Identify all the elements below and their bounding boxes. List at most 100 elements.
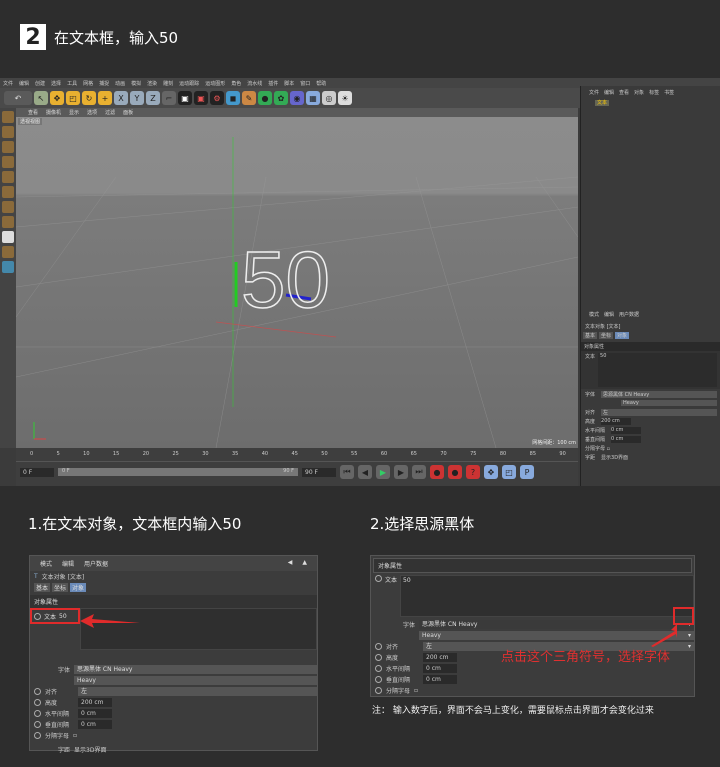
text-anim-radio[interactable] (34, 612, 41, 620)
cube-icon[interactable]: ◼ (226, 91, 240, 105)
timeline-tick-10[interactable]: 50 (321, 451, 327, 461)
inset-height-field[interactable]: 200 cm (78, 698, 112, 707)
viewport-menu-item-5[interactable]: 面板 (123, 109, 133, 116)
menu-item-16[interactable]: 脚本 (284, 80, 294, 87)
menu-item-6[interactable]: 捕捉 (99, 80, 109, 87)
menu-item-8[interactable]: 模拟 (131, 80, 141, 87)
undo-button[interactable]: ↶ (4, 91, 32, 105)
font-dropdown[interactable]: 思源黑体 CN Heavy (601, 391, 717, 398)
menu-item-11[interactable]: 运动跟踪 (179, 80, 199, 87)
inset2-font-dropdown[interactable]: 思源黑体 CN Heavy (422, 620, 477, 629)
om-tab-0[interactable]: 文件 (589, 89, 599, 96)
scale-tool-icon[interactable]: ◰ (66, 91, 80, 105)
attr-tab-0[interactable]: 模式 (589, 311, 599, 318)
inset-vspace-field[interactable]: 0 cm (78, 720, 112, 729)
snap-icon[interactable] (2, 231, 14, 243)
viewport-menu-item-1[interactable]: 摄像机 (46, 109, 61, 116)
inset2-weight-dropdown[interactable]: Heavy (422, 631, 441, 640)
inset2-vspace-field[interactable]: 0 cm (423, 675, 457, 684)
inset-show-3d-checkbox[interactable]: 显示3D界面 (74, 745, 106, 754)
timeline-tick-17[interactable]: 85 (530, 451, 536, 461)
timeline-tick-16[interactable]: 80 (500, 451, 506, 461)
rotate-tool-icon[interactable]: ↻ (82, 91, 96, 105)
object-item-text[interactable]: 文本 (595, 100, 610, 106)
menu-item-2[interactable]: 创建 (35, 80, 45, 87)
text-field[interactable]: 50 (598, 353, 717, 387)
timeline-tick-1[interactable]: 5 (57, 451, 60, 461)
subtab-coord[interactable]: 坐标 (52, 583, 69, 592)
menu-item-5[interactable]: 网格 (83, 80, 93, 87)
timeline-tick-5[interactable]: 25 (172, 451, 178, 461)
timeline-tick-15[interactable]: 75 (470, 451, 476, 461)
subtab-object[interactable]: 对象 (70, 583, 87, 592)
attr-subtab-1[interactable]: 坐标 (599, 332, 614, 339)
points-icon[interactable] (2, 156, 14, 168)
inset2-text-area[interactable]: 50 (400, 575, 694, 617)
menu-item-17[interactable]: 窗口 (300, 80, 310, 87)
timeline-tick-11[interactable]: 55 (351, 451, 357, 461)
prev-key-icon[interactable]: ◀ (358, 465, 372, 479)
z-axis-icon[interactable]: Z (146, 91, 160, 105)
font-weight-dropdown[interactable]: Heavy (621, 400, 717, 406)
inset-text-field[interactable]: 50 (59, 613, 67, 620)
timeline-tick-13[interactable]: 65 (411, 451, 417, 461)
menu-item-12[interactable]: 运动图形 (205, 80, 225, 87)
attr-subtab-2[interactable]: 对象 (615, 332, 630, 339)
show-3d-gui-checkbox[interactable]: 显示3D界面 (601, 454, 628, 461)
menu-item-10[interactable]: 雕刻 (163, 80, 173, 87)
timeline-ruler[interactable]: 0 5 10 15 20 25 30 35 40 45 50 55 60 65 70 75 80 85 90 (16, 448, 578, 462)
next-key-icon[interactable]: ▶ (394, 465, 408, 479)
separate-checkbox[interactable]: ▫ (607, 446, 610, 452)
inset-font-dropdown[interactable]: 思源黑体 CN Heavy (74, 665, 317, 674)
menu-item-14[interactable]: 流水线 (247, 80, 262, 87)
om-tab-3[interactable]: 对象 (634, 89, 644, 96)
inset2-separate-checkbox[interactable]: ▫ (414, 687, 418, 694)
camera-icon[interactable]: ◎ (322, 91, 336, 105)
key-position-icon[interactable]: ✥ (484, 465, 498, 479)
menu-item-7[interactable]: 动画 (115, 80, 125, 87)
inset-hspace-field[interactable]: 0 cm (78, 709, 112, 718)
play-icon[interactable]: ▶ (376, 465, 390, 479)
menu-item-3[interactable]: 选择 (51, 80, 61, 87)
timeline-tick-4[interactable]: 20 (143, 451, 149, 461)
menu-item-15[interactable]: 插件 (268, 80, 278, 87)
frame-range-slider[interactable]: 0 F 90 F (58, 468, 298, 476)
inset-align-dropdown[interactable]: 左 (78, 687, 317, 696)
om-tab-4[interactable]: 标签 (649, 89, 659, 96)
pen-icon[interactable]: ✎ (242, 91, 256, 105)
menu-item-9[interactable]: 渲染 (147, 80, 157, 87)
menu-item-18[interactable]: 帮助 (316, 80, 326, 87)
tab-edit[interactable]: 编辑 (62, 559, 74, 568)
timeline-tick-18[interactable]: 90 (559, 451, 565, 461)
inset2-align-dropdown[interactable]: 左 (426, 642, 432, 651)
viewport-menu-item-4[interactable]: 过滤 (105, 109, 115, 116)
model-icon[interactable] (2, 126, 14, 138)
x-axis-icon[interactable]: X (114, 91, 128, 105)
timeline-tick-7[interactable]: 35 (232, 451, 238, 461)
render-icon[interactable]: ▣ (194, 91, 208, 105)
up-arrow-icon[interactable]: ▲ (302, 559, 307, 568)
om-tab-2[interactable]: 查看 (619, 89, 629, 96)
light-icon[interactable]: ☀ (338, 91, 352, 105)
back-arrow-icon[interactable]: ◀ (288, 559, 293, 568)
add-tool-icon[interactable]: + (98, 91, 112, 105)
auto-key-icon[interactable]: ● (448, 465, 462, 479)
record-icon[interactable]: ● (430, 465, 444, 479)
goto-end-icon[interactable]: ⏭ (412, 465, 426, 479)
height-field[interactable]: 200 cm (601, 418, 632, 425)
timeline-tick-3[interactable]: 15 (113, 451, 119, 461)
timeline-tick-14[interactable]: 70 (440, 451, 446, 461)
timeline-tick-0[interactable]: 0 (30, 451, 33, 461)
goto-start-icon[interactable]: ⏮ (340, 465, 354, 479)
attr-tab-1[interactable]: 编辑 (604, 311, 614, 318)
render-view-icon[interactable]: ▣ (178, 91, 192, 105)
cloner-icon[interactable]: ✿ (274, 91, 288, 105)
key-param-icon[interactable]: P (520, 465, 534, 479)
subdivision-icon[interactable]: ● (258, 91, 272, 105)
deformer-icon[interactable]: ◉ (290, 91, 304, 105)
timeline-tick-9[interactable]: 45 (292, 451, 298, 461)
timeline-tick-8[interactable]: 40 (262, 451, 268, 461)
timeline-tick-2[interactable]: 10 (83, 451, 89, 461)
text-object-3d[interactable]: 50 (240, 234, 330, 325)
axis-icon[interactable] (2, 201, 14, 213)
